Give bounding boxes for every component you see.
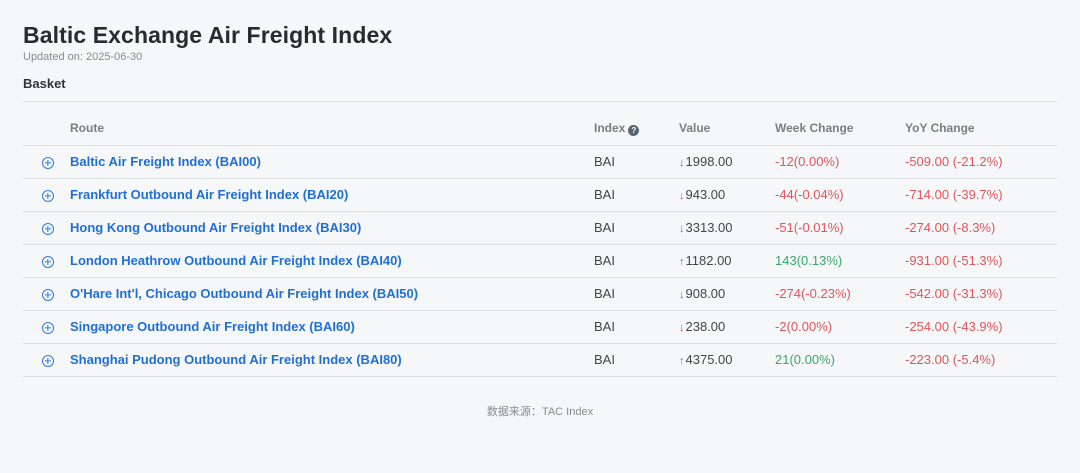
table-row: Hong Kong Outbound Air Freight Index (BA… [23, 211, 1057, 245]
header-index: Index? [594, 112, 679, 146]
week-change-cell: 21(0.00%) [775, 343, 905, 377]
expand-cell [23, 244, 70, 278]
value-cell: ↑4375.00 [679, 343, 775, 377]
route-cell: O'Hare Int'l, Chicago Outbound Air Freig… [70, 277, 594, 311]
week-change-cell: -274(-0.23%) [775, 277, 905, 311]
table-row: O'Hare Int'l, Chicago Outbound Air Freig… [23, 277, 1057, 311]
value-text: 1998.00 [685, 154, 733, 169]
route-link[interactable]: Baltic Air Freight Index (BAI00) [70, 154, 261, 169]
plus-circle-icon[interactable] [41, 189, 54, 202]
header-route: Route [70, 112, 594, 146]
index-cell: BAI [594, 211, 679, 245]
value-text: 238.00 [685, 319, 726, 334]
week-change-cell: 143(0.13%) [775, 244, 905, 278]
table-row: Baltic Air Freight Index (BAI00) BAI ↓1998… [23, 145, 1057, 179]
route-cell: Baltic Air Freight Index (BAI00) [70, 145, 594, 179]
route-cell: Hong Kong Outbound Air Freight Index (BA… [70, 211, 594, 245]
header-week-label: Week Change [775, 121, 854, 136]
value-cell: ↓943.00 [679, 178, 775, 212]
yoy-change-cell: -274.00 (-8.3%) [905, 211, 1057, 245]
arrow-down-icon: ↓ [679, 223, 685, 235]
value-text: 1182.00 [685, 253, 732, 268]
value-cell: ↓3313.00 [679, 211, 775, 245]
expand-cell [23, 145, 70, 179]
value-cell: ↓908.00 [679, 277, 775, 311]
table-row: Shanghai Pudong Outbound Air Freight Ind… [23, 343, 1057, 377]
expand-cell [23, 211, 70, 245]
section-divider [23, 101, 1057, 102]
plus-circle-icon[interactable] [41, 288, 54, 301]
route-link[interactable]: Hong Kong Outbound Air Freight Index (BA… [70, 220, 361, 235]
week-change-cell: -44(-0.04%) [775, 178, 905, 212]
table-header-row: Route Index? Value Week Change YoY Chang… [23, 112, 1057, 146]
arrow-down-icon: ↓ [679, 322, 685, 334]
index-cell: BAI [594, 310, 679, 344]
index-cell: BAI [594, 277, 679, 311]
value-cell: ↓1998.00 [679, 145, 775, 179]
expand-cell [23, 277, 70, 311]
week-change-cell: -2(0.00%) [775, 310, 905, 344]
header-expand [23, 112, 70, 146]
page: Baltic Exchange Air Freight Index Update… [0, 0, 1080, 473]
value-text: 4375.00 [685, 352, 733, 367]
route-link[interactable]: O'Hare Int'l, Chicago Outbound Air Freig… [70, 286, 418, 301]
plus-circle-icon[interactable] [41, 354, 54, 367]
table-row: Singapore Outbound Air Freight Index (BA… [23, 310, 1057, 344]
header-value-label: Value [679, 121, 711, 136]
plus-circle-icon[interactable] [41, 156, 54, 169]
route-cell: Frankfurt Outbound Air Freight Index (BA… [70, 178, 594, 212]
value-cell: ↓238.00 [679, 310, 775, 344]
header-route-label: Route [70, 121, 104, 136]
header-yoy-change: YoY Change [905, 112, 1057, 146]
week-change-cell: -12(0.00%) [775, 145, 905, 179]
arrow-down-icon: ↓ [679, 157, 685, 169]
header-week-change: Week Change [775, 112, 905, 146]
table-row: Frankfurt Outbound Air Freight Index (BA… [23, 178, 1057, 212]
value-text: 943.00 [685, 187, 726, 202]
header-index-label: Index [594, 120, 626, 135]
yoy-change-cell: -254.00 (-43.9%) [905, 310, 1057, 344]
arrow-down-icon: ↓ [679, 289, 685, 301]
route-link[interactable]: Singapore Outbound Air Freight Index (BA… [70, 319, 355, 334]
route-link[interactable]: Shanghai Pudong Outbound Air Freight Ind… [70, 352, 402, 367]
expand-cell [23, 310, 70, 344]
plus-circle-icon[interactable] [41, 222, 54, 235]
page-title: Baltic Exchange Air Freight Index [23, 22, 393, 48]
expand-cell [23, 343, 70, 377]
route-cell: Singapore Outbound Air Freight Index (BA… [70, 310, 594, 344]
yoy-change-cell: -714.00 (-39.7%) [905, 178, 1057, 212]
yoy-change-cell: -542.00 (-31.3%) [905, 277, 1057, 311]
yoy-change-cell: -509.00 (-21.2%) [905, 145, 1057, 179]
route-link[interactable]: London Heathrow Outbound Air Freight Ind… [70, 253, 402, 268]
value-text: 908.00 [685, 286, 726, 301]
value-cell: ↑1182.00 [679, 244, 775, 278]
yoy-change-cell: -931.00 (-51.3%) [905, 244, 1057, 278]
arrow-down-icon: ↓ [679, 190, 685, 202]
question-circle-icon[interactable]: ? [628, 124, 640, 136]
yoy-change-cell: -223.00 (-5.4%) [905, 343, 1057, 377]
index-cell: BAI [594, 343, 679, 377]
expand-cell [23, 178, 70, 212]
index-table: Route Index? Value Week Change YoY Chang… [23, 112, 1057, 377]
header-value: Value [679, 112, 775, 146]
index-cell: BAI [594, 244, 679, 278]
route-link[interactable]: Frankfurt Outbound Air Freight Index (BA… [70, 187, 348, 202]
updated-date: Updated on: 2025-06-30 [23, 51, 143, 63]
header-yoy-label: YoY Change [905, 121, 975, 136]
section-heading-basket: Basket [23, 76, 66, 91]
plus-circle-icon[interactable] [41, 255, 54, 268]
arrow-up-icon: ↑ [679, 355, 685, 367]
data-source-footer: 数据来源：TAC Index [486, 406, 594, 418]
route-cell: Shanghai Pudong Outbound Air Freight Ind… [70, 343, 594, 377]
index-cell: BAI [594, 145, 679, 179]
route-cell: London Heathrow Outbound Air Freight Ind… [70, 244, 594, 278]
value-text: 3313.00 [685, 220, 733, 235]
arrow-up-icon: ↑ [679, 256, 685, 268]
index-cell: BAI [594, 178, 679, 212]
table-row: London Heathrow Outbound Air Freight Ind… [23, 244, 1057, 278]
week-change-cell: -51(-0.01%) [775, 211, 905, 245]
plus-circle-icon[interactable] [41, 321, 54, 334]
